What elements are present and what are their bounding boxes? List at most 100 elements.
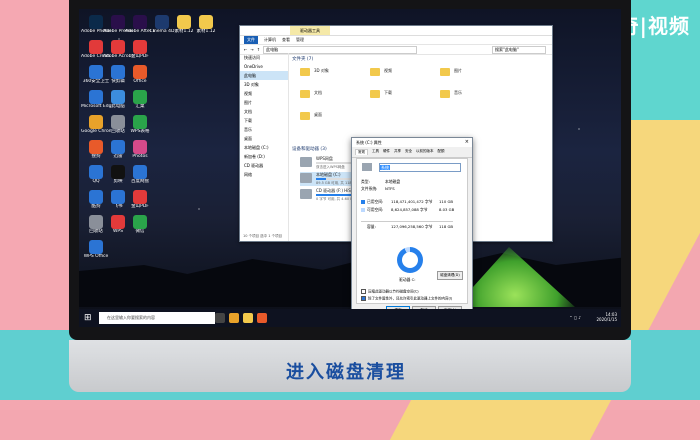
desktop-icon-label: 金山PDF	[131, 54, 149, 59]
app-icon	[111, 165, 125, 179]
hard-drive-icon	[300, 189, 312, 199]
explorer-ribbon-tabs: 文件 计算机 查看 管理	[240, 36, 552, 45]
desktop-icon[interactable]: WPS表格	[125, 115, 155, 142]
app-icon	[133, 40, 147, 54]
task-view-icon[interactable]	[215, 313, 225, 323]
nav-item[interactable]: 快速访问	[240, 53, 288, 62]
section-drives-header[interactable]: 设备和驱动器 (3)	[292, 146, 327, 152]
nav-item[interactable]: 3D 对象	[240, 80, 288, 89]
dialog-tab[interactable]: 硬件	[383, 149, 390, 155]
hard-drive-icon	[300, 157, 312, 167]
file-explorer-taskbar-icon[interactable]	[243, 313, 253, 323]
nav-item[interactable]: 下载	[240, 116, 288, 125]
desktop-icon-label: WPS Office	[83, 254, 109, 259]
explorer-titlebar[interactable]: 驱动器工具	[240, 26, 552, 36]
desktop-icon[interactable]: Office	[125, 65, 155, 92]
nav-item[interactable]: OneDrive	[240, 62, 288, 71]
desktop-icon[interactable]: Photos	[125, 140, 155, 167]
ribbon-tab[interactable]: 计算机	[264, 36, 276, 44]
folder-icon	[300, 90, 310, 98]
app-icon	[89, 115, 103, 129]
close-icon[interactable]: ×	[465, 138, 469, 147]
nav-item[interactable]: 新加卷 (D:)	[240, 152, 288, 161]
drive-usage-bar	[316, 194, 356, 196]
desktop-icon[interactable]: WPS Office	[81, 240, 111, 267]
dialog-tab[interactable]: 共享	[394, 149, 401, 155]
drive-properties-dialog[interactable]: 系统 (C:) 属性 × 常规 工具 硬件 共享 安全 以前的版本 配额 系统 类型: 本地磁…	[351, 137, 473, 317]
folder-label: 下载	[384, 90, 392, 95]
desktop-icon-label: Photos	[132, 154, 148, 159]
drive-name-field[interactable]: 系统	[379, 163, 461, 172]
dialog-titlebar[interactable]: 系统 (C:) 属性 ×	[352, 138, 472, 147]
folder-item[interactable]: 图片	[440, 66, 500, 82]
ribbon-tab[interactable]: 查看	[282, 36, 290, 44]
app-icon	[89, 190, 103, 204]
app-icon	[199, 15, 213, 29]
desktop-icon[interactable]: 素材1.12	[191, 15, 221, 42]
ribbon-tab[interactable]: 文件	[244, 36, 258, 44]
app-icon	[111, 115, 125, 129]
folder-item[interactable]: 文档	[300, 88, 360, 104]
capacity-row: 容量: 127,096,258,560 字节 118 GB	[361, 221, 454, 230]
desktop-icon[interactable]: 微信	[125, 215, 155, 242]
app-icon	[133, 140, 147, 154]
dialog-tab[interactable]: 工具	[372, 149, 379, 155]
desktop-icon-label: 汇桌	[135, 104, 145, 109]
ribbon-tab[interactable]: 管理	[296, 36, 304, 44]
desktop-icon[interactable]: 金山PDF	[125, 190, 155, 217]
disk-cleanup-button[interactable]: 磁盘清理(D)	[437, 271, 463, 280]
drive-usage-bar	[316, 178, 356, 180]
app-taskbar-icon[interactable]	[257, 313, 267, 323]
folder-item[interactable]: 音乐	[440, 88, 500, 104]
folder-item[interactable]: 视频	[370, 66, 430, 82]
chrome-taskbar-icon[interactable]	[229, 313, 239, 323]
app-icon	[89, 240, 103, 254]
windows-start-icon[interactable]: ⊞	[84, 313, 94, 323]
nav-item[interactable]: 文档	[240, 107, 288, 116]
monitor: Adobe Photosh...Adobe Premiere P...Adobe…	[69, 0, 631, 395]
app-icon	[89, 65, 103, 79]
forward-arrow-icon[interactable]: →	[250, 47, 253, 52]
hard-drive-icon	[300, 173, 312, 183]
desktop-icon[interactable]: 汇桌	[125, 90, 155, 117]
taskbar-search-input[interactable]: 在这里输入你要搜索的内容	[99, 312, 215, 324]
app-icon	[111, 65, 125, 79]
dialog-tab[interactable]: 以前的版本	[416, 149, 434, 155]
folder-item[interactable]: 下载	[370, 88, 430, 104]
nav-item[interactable]: 音乐	[240, 125, 288, 134]
folder-item[interactable]: 3D 对象	[300, 66, 360, 82]
folder-icon	[370, 90, 380, 98]
nav-item[interactable]: 视频	[240, 89, 288, 98]
dialog-tab[interactable]: 常规	[355, 149, 368, 155]
drive-icon	[362, 163, 372, 171]
drive-label: 本地磁盘 (C:)	[316, 172, 341, 177]
nav-item[interactable]: 桌面	[240, 134, 288, 143]
nav-item[interactable]: 此电脑	[240, 71, 288, 80]
filesystem-row: 文件系统: NTFS	[361, 186, 395, 191]
tray-icons[interactable]: ⌃ ◻ ♪	[569, 315, 581, 320]
app-icon	[177, 15, 191, 29]
taskbar: ⊞ 在这里输入你要搜索的内容 ⌃ ◻ ♪ 14:03 2020/1/15	[79, 309, 621, 327]
desktop-icon[interactable]: 金山PDF	[125, 40, 155, 67]
desktop-icon-label: 微信	[135, 229, 145, 234]
back-arrow-icon[interactable]: ←	[244, 47, 247, 52]
dialog-tab[interactable]: 配额	[438, 149, 445, 155]
desktop-icon[interactable]: 百度网盘	[125, 165, 155, 192]
explorer-search-input[interactable]: 搜索"此电脑"	[492, 45, 546, 54]
folder-icon	[440, 68, 450, 76]
app-icon	[133, 165, 147, 179]
nav-item[interactable]: CD 驱动器	[240, 161, 288, 170]
app-icon	[111, 215, 125, 229]
folder-icon	[300, 112, 310, 120]
compress-checkbox[interactable]: 压缩此驱动器以节约磁盘空间(C)	[361, 289, 419, 295]
taskbar-clock[interactable]: 14:03 2020/1/15	[596, 312, 617, 322]
dialog-tab[interactable]: 安全	[405, 149, 412, 155]
folder-item[interactable]: 桌面	[300, 110, 360, 126]
section-folders-header[interactable]: 文件夹 (7)	[292, 56, 313, 62]
nav-item[interactable]: 本地磁盘 (C:)	[240, 143, 288, 152]
nav-item[interactable]: 图片	[240, 98, 288, 107]
nav-item[interactable]: 网络	[240, 170, 288, 179]
up-arrow-icon[interactable]: ↑	[257, 47, 260, 52]
index-checkbox[interactable]: 除了文件属性外，还允许索引此驱动器上文件的内容(I)	[361, 296, 452, 302]
desktop-icon-label: WPS表格	[130, 129, 150, 134]
